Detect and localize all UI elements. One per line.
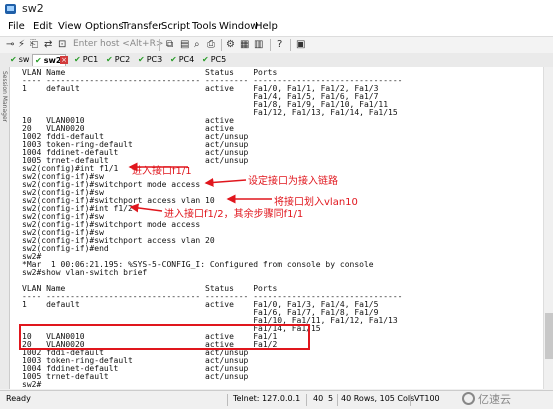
annotation-set-access-link: 设定接口为接入链路	[248, 176, 338, 187]
status-separator	[227, 394, 228, 406]
vlan-assignment-highlight	[19, 324, 310, 350]
watermark-text: 亿速云	[478, 393, 511, 406]
status-col: 5	[328, 394, 334, 403]
status-separator	[337, 394, 338, 406]
annotation-enter-f1-2: 进入接口f1/2，其余步骤同f1/1	[164, 209, 304, 220]
status-ready: Ready	[6, 394, 31, 403]
status-telnet: Telnet: 127.0.0.1	[233, 394, 301, 403]
status-separator	[410, 394, 411, 406]
status-separator	[306, 394, 307, 406]
arrow-mode-access	[204, 177, 247, 187]
arrow-int-f1-2	[129, 203, 163, 213]
watermark-logo-icon	[462, 392, 475, 405]
status-row: 40	[313, 394, 324, 403]
status-terminal-type: VT100	[414, 394, 440, 403]
status-size: 40 Rows, 105 Cols	[341, 394, 415, 403]
annotation-enter-f1-1: 进入接口f1/1	[132, 166, 192, 177]
